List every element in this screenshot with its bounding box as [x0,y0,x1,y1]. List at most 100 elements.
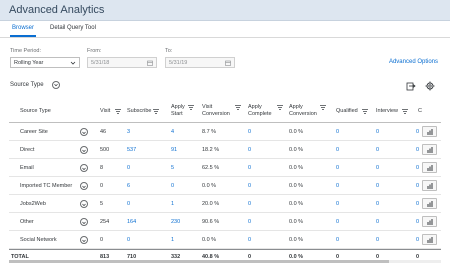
from-label: From: [87,48,102,54]
row-expand-button[interactable] [80,128,88,136]
cell-subscribe[interactable]: 164 [127,219,136,225]
cell-apply-start[interactable]: 4 [171,129,174,135]
cell-apply-complete[interactable]: 0 [248,183,251,189]
cell-interview[interactable]: 0 [376,219,379,225]
calendar-icon [225,60,231,66]
cell-c[interactable]: 0 [416,201,419,207]
cell-interview[interactable]: 0 [376,147,379,153]
advanced-options-link[interactable]: Advanced Options [389,59,438,65]
row-chart-button[interactable] [422,144,437,155]
cell-apply-complete[interactable]: 0 [248,201,251,207]
chevron-down-icon [82,221,86,224]
filter-icon[interactable] [188,105,194,110]
chevron-down-icon [54,83,58,87]
filter-icon[interactable] [402,109,408,114]
cell-apply-complete[interactable]: 0 [248,129,251,135]
col-visit-conversion-line2: Conversion [202,111,230,117]
row-expand-button[interactable] [80,164,88,172]
cell-apply-conv: 0.0 % [289,219,304,225]
row-expand-button[interactable] [80,218,88,226]
tab-browser[interactable]: Browser [12,25,34,31]
row-chart-button[interactable] [422,234,437,245]
row-expand-button[interactable] [80,146,88,154]
row-chart-button[interactable] [422,180,437,191]
cell-subscribe[interactable]: 0 [127,201,130,207]
bar-chart-icon [427,165,433,171]
filter-icon[interactable] [362,109,368,114]
col-apply-complete: Apply Complete [248,104,272,118]
cell-apply-conv: 0.0 % [289,237,304,243]
cell-visit: 0 [100,183,104,189]
cell-c[interactable]: 0 [416,165,419,171]
col-interview: Interview [376,108,399,114]
cell-qualified[interactable]: 0 [336,129,339,135]
cell-c[interactable]: 0 [416,219,419,225]
app-title: Advanced Analytics [9,4,105,16]
cell-qualified[interactable]: 0 [336,183,339,189]
cell-apply-start[interactable]: 0 [171,183,174,189]
cell-qualified[interactable]: 0 [336,201,339,207]
filter-icon[interactable] [277,105,283,110]
cell-qualified[interactable]: 0 [336,165,339,171]
cell-apply-complete[interactable]: 0 [248,237,251,243]
cell-c[interactable]: 0 [416,237,419,243]
cell-subscribe[interactable]: 0 [127,237,130,243]
time-period-select[interactable]: Rolling Year [10,57,80,68]
filter-icon[interactable] [115,109,121,114]
cell-qualified[interactable]: 0 [336,237,339,243]
cell-apply-complete[interactable]: 0 [248,147,251,153]
table-row: Email 8 0 5 62.5 % 0 0.0 % 0 0 0 [9,159,441,177]
cell-subscribe[interactable]: 3 [127,129,130,135]
col-qualified: Qualified [336,108,358,114]
cell-c[interactable]: 0 [416,129,419,135]
cell-apply-start[interactable]: 230 [171,219,180,225]
col-visit-conversion: Visit Conversion [202,104,230,118]
row-expand-button[interactable] [80,182,88,190]
bar-chart-icon [427,147,433,153]
chevron-down-icon [82,131,86,134]
cell-visit-conv: 18.2 % [202,147,220,153]
cell-apply-conv: 0.0 % [289,183,304,189]
chevron-down-icon [82,185,86,188]
row-expand-button[interactable] [80,236,88,244]
table-row: Career Site 46 3 4 8.7 % 0 0.0 % 0 0 0 [9,123,441,141]
row-chart-button[interactable] [422,198,437,209]
filter-icon[interactable] [320,105,326,110]
cell-apply-start[interactable]: 1 [171,237,174,243]
col-c: C [418,108,422,114]
settings-icon[interactable] [425,81,435,91]
cell-qualified[interactable]: 0 [336,147,339,153]
cell-interview[interactable]: 0 [376,165,379,171]
source-type-cell: Other [20,219,34,225]
cell-apply-complete[interactable]: 0 [248,165,251,171]
cell-subscribe[interactable]: 0 [127,165,130,171]
filter-icon[interactable] [153,109,159,114]
filter-icon[interactable] [235,105,241,110]
row-chart-button[interactable] [422,126,437,137]
cell-visit-conv: 62.5 % [202,165,220,171]
cell-apply-conv: 0.0 % [289,165,304,171]
from-date-field[interactable]: 5/31/18 [87,57,157,68]
cell-apply-start[interactable]: 5 [171,165,174,171]
row-chart-button[interactable] [422,216,437,227]
cell-c[interactable]: 0 [416,147,419,153]
col-apply-complete-line2: Complete [248,111,272,117]
cell-visit: 0 [100,237,104,243]
cell-subscribe[interactable]: 537 [127,147,136,153]
cell-apply-start[interactable]: 1 [171,201,174,207]
row-chart-button[interactable] [422,162,437,173]
cell-interview[interactable]: 0 [376,183,379,189]
export-icon[interactable] [406,81,416,91]
row-expand-button[interactable] [80,200,88,208]
cell-subscribe[interactable]: 6 [127,183,130,189]
cell-interview[interactable]: 0 [376,237,379,243]
tab-detail-query-tool[interactable]: Detail Query Tool [50,25,96,31]
cell-interview[interactable]: 0 [376,201,379,207]
cell-qualified[interactable]: 0 [336,219,339,225]
cell-c[interactable]: 0 [416,183,419,189]
to-date-field[interactable]: 5/31/19 [165,57,235,68]
cell-apply-complete[interactable]: 0 [248,219,251,225]
cell-apply-start[interactable]: 91 [171,147,177,153]
cell-interview[interactable]: 0 [376,129,379,135]
source-type-toggle[interactable] [52,81,60,89]
